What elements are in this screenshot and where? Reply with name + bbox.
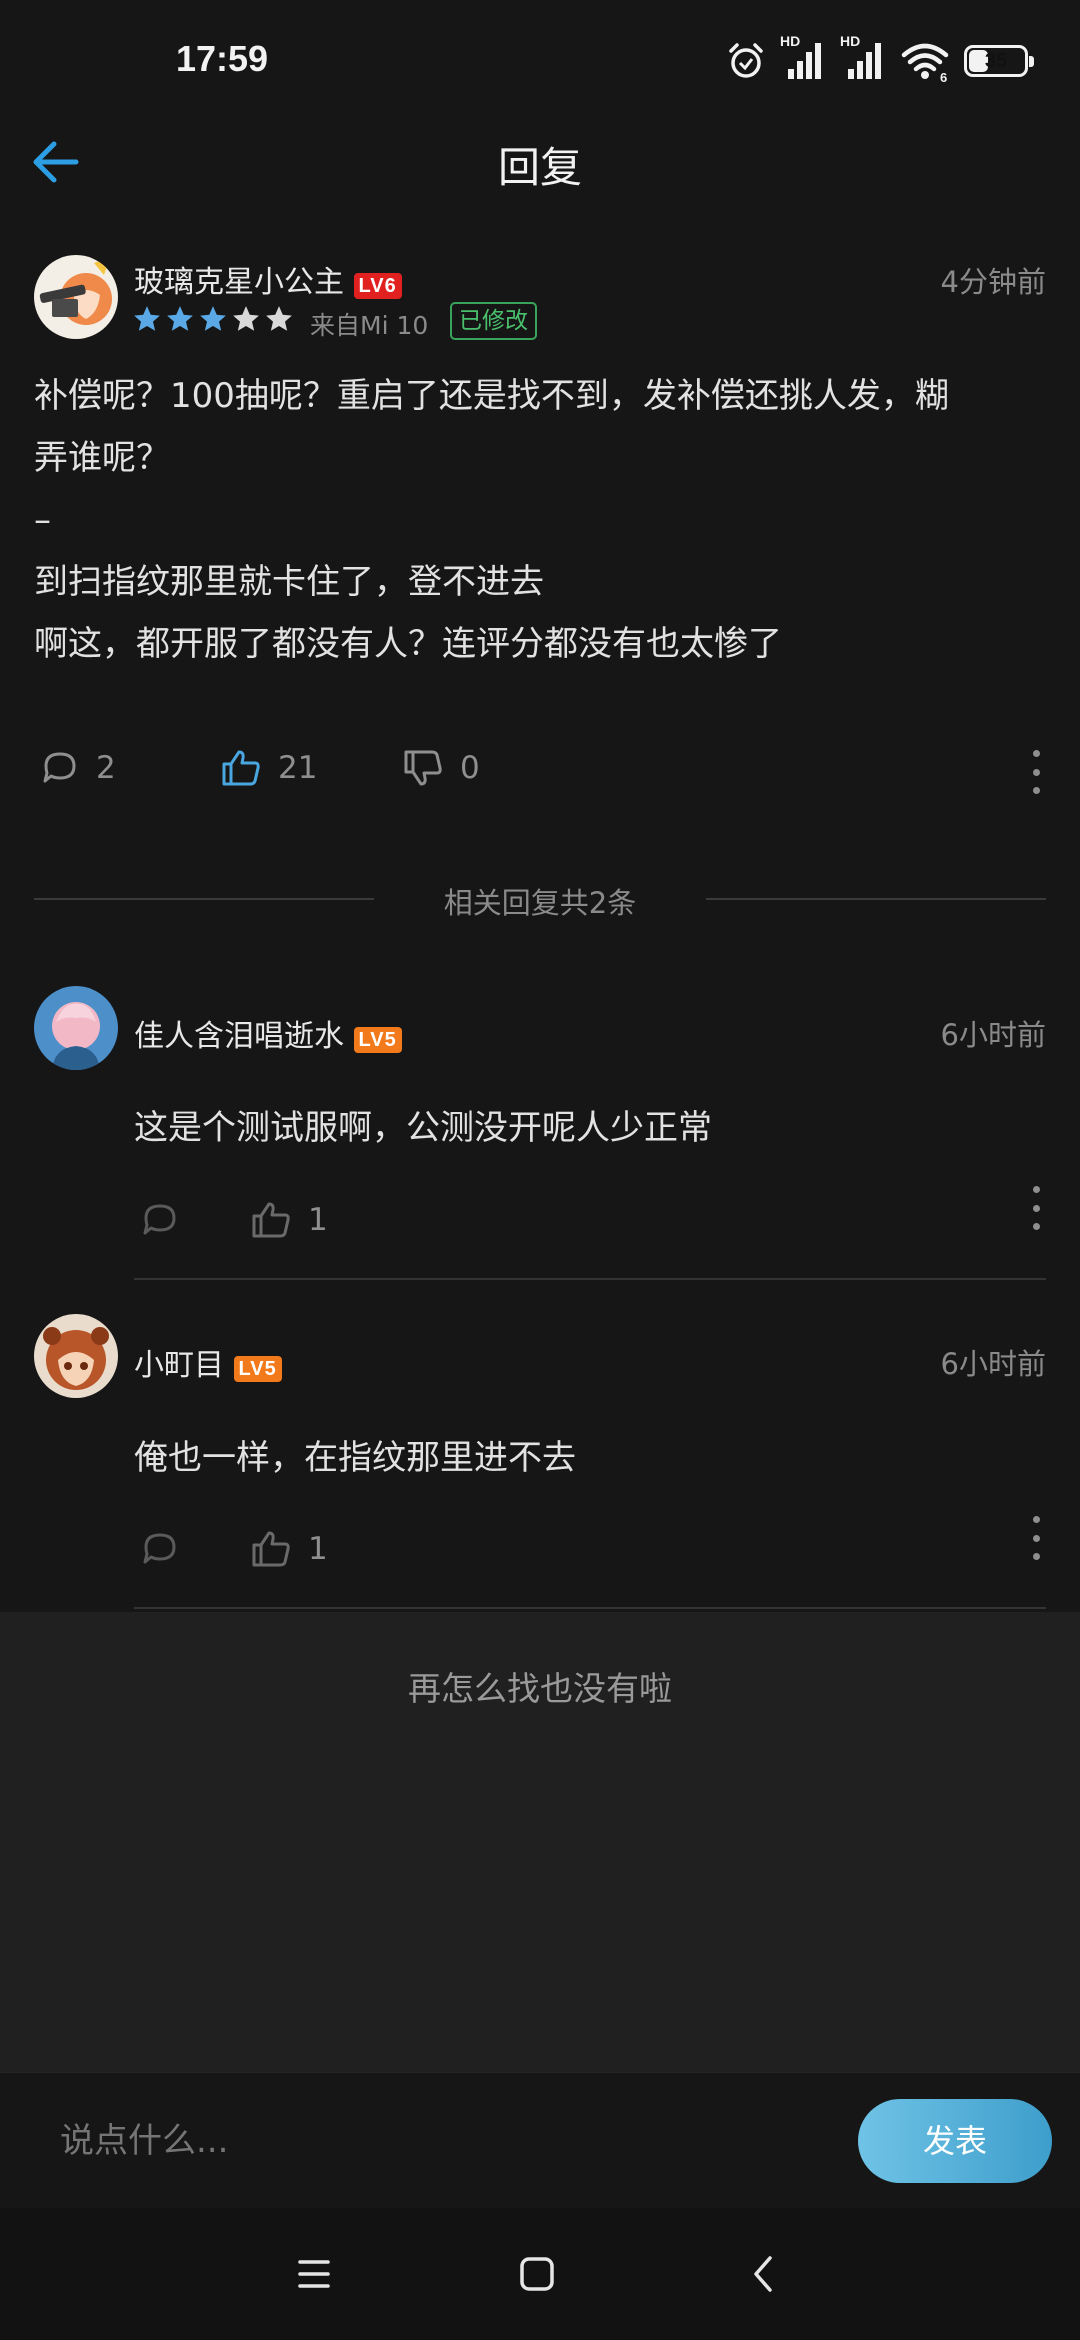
avatar[interactable]: [34, 255, 118, 339]
more-dot: [1032, 1204, 1040, 1212]
comment-author[interactable]: 玻璃克星小公主 LV6: [134, 257, 402, 301]
more-dot: [1032, 1516, 1040, 1523]
dislike-count: 0: [460, 750, 480, 786]
thumbs-up-icon: [252, 1531, 290, 1567]
more-dot: [1032, 768, 1040, 776]
comment-content: 补偿呢？100抽呢？重启了还是找不到，发补偿还挑人发，糊 弄谁呢？ – 到扫指纹…: [34, 365, 1044, 675]
level-badge: LV5: [233, 1356, 282, 1382]
signal-hd-label-2: HD: [840, 33, 861, 49]
signal-icon-2: HD: [840, 33, 886, 83]
comment-actions: 2 21 0: [0, 740, 1080, 800]
signal-icon: HD: [780, 33, 826, 83]
author-name: 佳人含泪唱逝水: [134, 1019, 344, 1054]
chevron-left-icon: [754, 2256, 772, 2292]
composer-bar: 发表: [0, 2072, 1080, 2208]
like-button[interactable]: 1: [250, 1529, 328, 1569]
home-button[interactable]: [507, 2244, 567, 2304]
alarm-icon: [729, 43, 763, 78]
reply-time: 6小时前: [940, 1018, 1046, 1052]
edited-badge: 已修改: [450, 302, 537, 340]
content-line: 到扫指纹那里就卡住了，登不进去: [34, 562, 544, 602]
post-button[interactable]: 发表: [858, 2099, 1052, 2183]
content-line: 啊这，都开服了都没有人？连评分都没有也太惨了: [34, 624, 782, 664]
star-empty-icon: [233, 306, 259, 331]
author-name: 小町目: [134, 1348, 224, 1383]
reply-button[interactable]: 2: [40, 748, 116, 788]
reply-count: 2: [96, 750, 116, 786]
wifi-badge: 6: [940, 70, 947, 83]
reply-separator: [134, 1607, 1046, 1609]
comment-time: 4分钟前: [940, 265, 1046, 299]
star-empty-icon: [266, 306, 292, 331]
more-dot: [1032, 1223, 1040, 1230]
reply-content: 这是个测试服啊，公测没开呢人少正常: [134, 1108, 712, 1148]
thumbs-up-icon: [252, 1202, 290, 1238]
home-square-icon: [520, 2257, 554, 2291]
more-dot: [1032, 750, 1040, 757]
status-bar: 17:59 HD HD 6 35: [0, 0, 1080, 120]
avatar[interactable]: [34, 1314, 118, 1398]
reply-input[interactable]: [60, 2113, 820, 2169]
rating-stars: [132, 304, 294, 334]
related-replies-label: 相关回复共2条: [443, 886, 637, 920]
dislike-button[interactable]: 0: [402, 748, 480, 788]
reply-author[interactable]: 佳人含泪唱逝水 LV5: [134, 1011, 402, 1055]
avatar-image: [34, 986, 118, 1070]
end-of-list-area: 再怎么找也没有啦: [0, 1612, 1080, 2072]
status-time: 17:59: [176, 38, 269, 79]
like-count: 1: [308, 1202, 328, 1238]
more-options-button[interactable]: [1030, 1516, 1042, 1560]
content-line: –: [34, 500, 51, 540]
page-title: 回复: [497, 143, 582, 192]
signal-hd-label: HD: [780, 33, 801, 49]
avatar[interactable]: [34, 986, 118, 1070]
star-filled-icon: [200, 306, 226, 331]
related-replies-divider: 相关回复共2条: [34, 874, 1046, 924]
avatar-image: [34, 1314, 118, 1398]
level-badge: LV5: [353, 1027, 402, 1053]
more-options-button[interactable]: [1030, 1186, 1042, 1230]
more-dot: [1032, 1553, 1040, 1560]
more-dot: [1032, 787, 1040, 794]
author-name: 玻璃克星小公主: [134, 265, 344, 300]
more-options-button[interactable]: [1030, 750, 1042, 794]
reply-author[interactable]: 小町目 LV5: [134, 1340, 282, 1384]
level-badge: LV6: [353, 273, 402, 299]
content-line: 弄谁呢？: [34, 438, 170, 478]
status-icons: HD HD 6 35: [726, 33, 1034, 86]
like-count: 21: [278, 750, 318, 786]
star-filled-icon: [134, 306, 160, 331]
header: 回复: [0, 110, 1080, 220]
like-button[interactable]: 1: [250, 1200, 328, 1240]
reply-content: 俺也一样，在指纹那里进不去: [134, 1438, 576, 1478]
wifi-icon: 6: [901, 43, 949, 83]
like-count: 1: [308, 1531, 328, 1567]
menu-button[interactable]: [284, 2244, 344, 2304]
end-of-list-text: 再怎么找也没有啦: [408, 1669, 672, 1708]
divider-line: [706, 898, 1046, 900]
reply-page: 17:59 HD HD 6 35 回复 玻璃克星小公主 LV6 4分钟前 来自M…: [0, 0, 1080, 2340]
reply-button[interactable]: [140, 1200, 180, 1240]
reply-button[interactable]: [140, 1529, 180, 1569]
more-dot: [1032, 1534, 1040, 1542]
reply-time: 6小时前: [940, 1347, 1046, 1381]
comment-icon: [143, 1204, 176, 1235]
reply-separator: [134, 1278, 1046, 1280]
system-nav-bar: [0, 2208, 1080, 2340]
back-nav-button[interactable]: [734, 2244, 794, 2304]
like-button[interactable]: 21: [220, 748, 317, 788]
device-label: 来自Mi 10: [310, 311, 429, 340]
battery-level: 35: [984, 49, 1008, 72]
comment-icon: [43, 752, 76, 783]
comment-icon: [143, 1533, 176, 1564]
battery-icon: 35: [964, 45, 1034, 77]
more-dot: [1032, 1186, 1040, 1193]
content-line: 补偿呢？100抽呢？重启了还是找不到，发补偿还挑人发，糊: [34, 376, 949, 416]
star-filled-icon: [167, 306, 193, 331]
menu-icon: [298, 2260, 330, 2288]
thumbs-down-icon: [404, 750, 442, 786]
avatar-image: [34, 255, 118, 339]
thumbs-up-icon: [222, 750, 260, 786]
